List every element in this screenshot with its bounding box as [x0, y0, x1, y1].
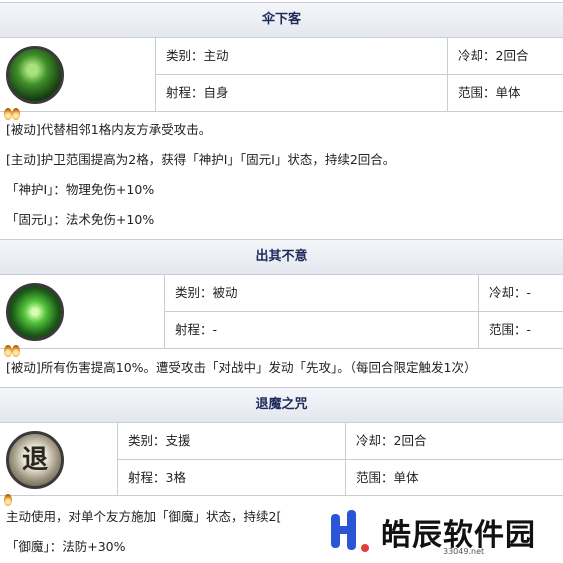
- skill-1-desc-line: [主动]护卫范围提高为2格，获得「神护Ⅰ」「固元Ⅰ」状态，持续2回合。: [6, 152, 396, 167]
- skill-1-desc-line: [被动]代替相邻1格内友方承受攻击。: [6, 122, 212, 137]
- skill-1-area: 范围：单体: [447, 75, 563, 112]
- skill-3-info-table: 退 类别：支援 冷却：2回合 射程：3格 范围：单体: [0, 423, 563, 496]
- flame-icon: [12, 108, 20, 120]
- watermark-logo-icon: [331, 510, 369, 552]
- skill-2-info-table: 类别：被动 冷却：- 射程：- 范围：-: [0, 275, 563, 349]
- skill-3-desc-line: 主动使用，对单个友方施加「御魔」状态，持续2[: [6, 509, 282, 524]
- skill-2-type: 类别：被动: [164, 275, 478, 312]
- green-dragon-skill-icon: [6, 46, 64, 104]
- skill-1-info-table: 类别：主动 冷却：2回合 射程：自身 范围：单体: [0, 38, 563, 112]
- watermark-url: 33049.net: [443, 547, 485, 556]
- skill-1-cooldown: 冷却：2回合: [447, 38, 563, 75]
- skill-1-desc-line: 「神护Ⅰ」：物理免伤+10%: [6, 182, 155, 197]
- flame-icon: [4, 108, 12, 120]
- skill-1-range: 射程：自身: [155, 75, 447, 112]
- flame-icon: [4, 494, 12, 506]
- skill-2-title: 出其不意: [0, 239, 563, 275]
- green-vortex-skill-icon: [6, 283, 64, 341]
- skill-3-cooldown: 冷却：2回合: [345, 423, 563, 460]
- skill-3-range: 射程：3格: [117, 460, 345, 496]
- seal-character-skill-icon: 退: [6, 431, 64, 489]
- skill-1-type: 类别：主动: [155, 38, 447, 75]
- skill-3-type: 类别：支援: [117, 423, 345, 460]
- skill-2-area: 范围：-: [478, 312, 563, 349]
- skill-1-desc-line: 「固元Ⅰ」：法术免伤+10%: [6, 212, 155, 227]
- skill-3-title: 退魔之咒: [0, 387, 563, 423]
- skill-3-area: 范围：单体: [345, 460, 563, 496]
- skill-2-range: 射程：-: [164, 312, 478, 349]
- skill-1-title: 伞下客: [0, 2, 563, 38]
- skill-2-cooldown: 冷却：-: [478, 275, 563, 312]
- skill-2-desc-line: [被动]所有伤害提高10%。遭受攻击「对战中」发动「先攻」。（每回合限定触发1次…: [6, 360, 477, 375]
- watermark: 皓辰软件园 33049.net: [325, 502, 563, 563]
- skill-3-desc-line: 「御魔」：法防+30%: [6, 539, 126, 554]
- flame-icon: [12, 345, 20, 357]
- flame-icon: [4, 345, 12, 357]
